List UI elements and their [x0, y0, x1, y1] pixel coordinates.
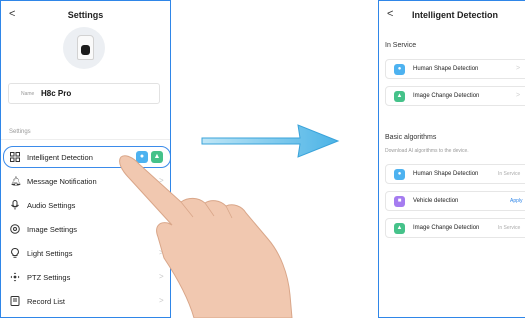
name-value: H8c Pro	[41, 89, 72, 98]
algorithm-item-image-change[interactable]: ▲ Image Change Detection In Service	[385, 218, 525, 238]
camera-icon	[77, 35, 94, 60]
in-service-heading: In Service	[385, 42, 417, 49]
algorithm-item-vehicle[interactable]: ■ Vehicle detection Apply	[385, 191, 525, 211]
item-label: Vehicle detection	[413, 198, 459, 204]
item-label: Image Change Detection	[413, 93, 480, 99]
name-label: Name	[21, 91, 35, 97]
bulb-icon	[10, 247, 20, 258]
pointing-hand-icon	[119, 155, 293, 318]
menu-item-label: Message Notification	[27, 177, 97, 186]
item-label: Human Shape Detection	[413, 66, 479, 72]
image-change-icon: ▲	[394, 223, 405, 234]
apply-button[interactable]: Apply	[510, 198, 523, 204]
bell-icon: 🔔︎	[10, 176, 22, 186]
status-text: In Service	[498, 171, 521, 177]
image-settings-icon	[10, 224, 20, 234]
page-title: Settings	[67, 10, 104, 20]
vehicle-icon: ■	[394, 196, 405, 207]
menu-item-label: Light Settings	[27, 249, 73, 258]
intelligent-detection-screen: < Intelligent Detection In Service ● Hum…	[378, 0, 525, 318]
item-label: Human Shape Detection	[413, 171, 479, 177]
in-service-item-human-shape[interactable]: ● Human Shape Detection >	[385, 59, 525, 79]
detection-header: < Intelligent Detection	[379, 1, 525, 29]
human-shape-icon: ●	[394, 64, 405, 75]
divider	[1, 139, 170, 140]
human-shape-icon: ●	[394, 169, 405, 180]
camera-image	[63, 27, 105, 69]
ptz-icon	[10, 272, 20, 282]
grid-icon	[10, 152, 20, 162]
menu-item-label: Audio Settings	[27, 201, 76, 210]
chevron-right-icon: >	[516, 92, 521, 99]
item-label: Image Change Detection	[413, 225, 480, 231]
microphone-icon	[10, 200, 20, 210]
record-list-icon	[10, 296, 20, 306]
status-text: In Service	[498, 225, 521, 231]
algorithm-item-human-shape[interactable]: ● Human Shape Detection In Service	[385, 164, 525, 184]
menu-item-label: PTZ Settings	[27, 273, 71, 282]
chevron-right-icon: >	[516, 65, 521, 72]
image-change-icon: ▲	[394, 91, 405, 102]
menu-item-label: Record List	[27, 297, 65, 306]
settings-header: < Settings	[1, 1, 170, 29]
basic-algorithms-subtitle: Download AI algorithms to the device.	[385, 148, 469, 154]
page-title: Intelligent Detection	[411, 10, 498, 20]
in-service-item-image-change[interactable]: ▲ Image Change Detection >	[385, 86, 525, 106]
menu-item-label: Intelligent Detection	[27, 153, 93, 162]
menu-item-label: Image Settings	[27, 225, 78, 234]
device-name-field[interactable]: Name H8c Pro	[8, 83, 160, 104]
section-label: Settings	[9, 129, 31, 135]
basic-algorithms-heading: Basic algorithms	[385, 134, 437, 141]
